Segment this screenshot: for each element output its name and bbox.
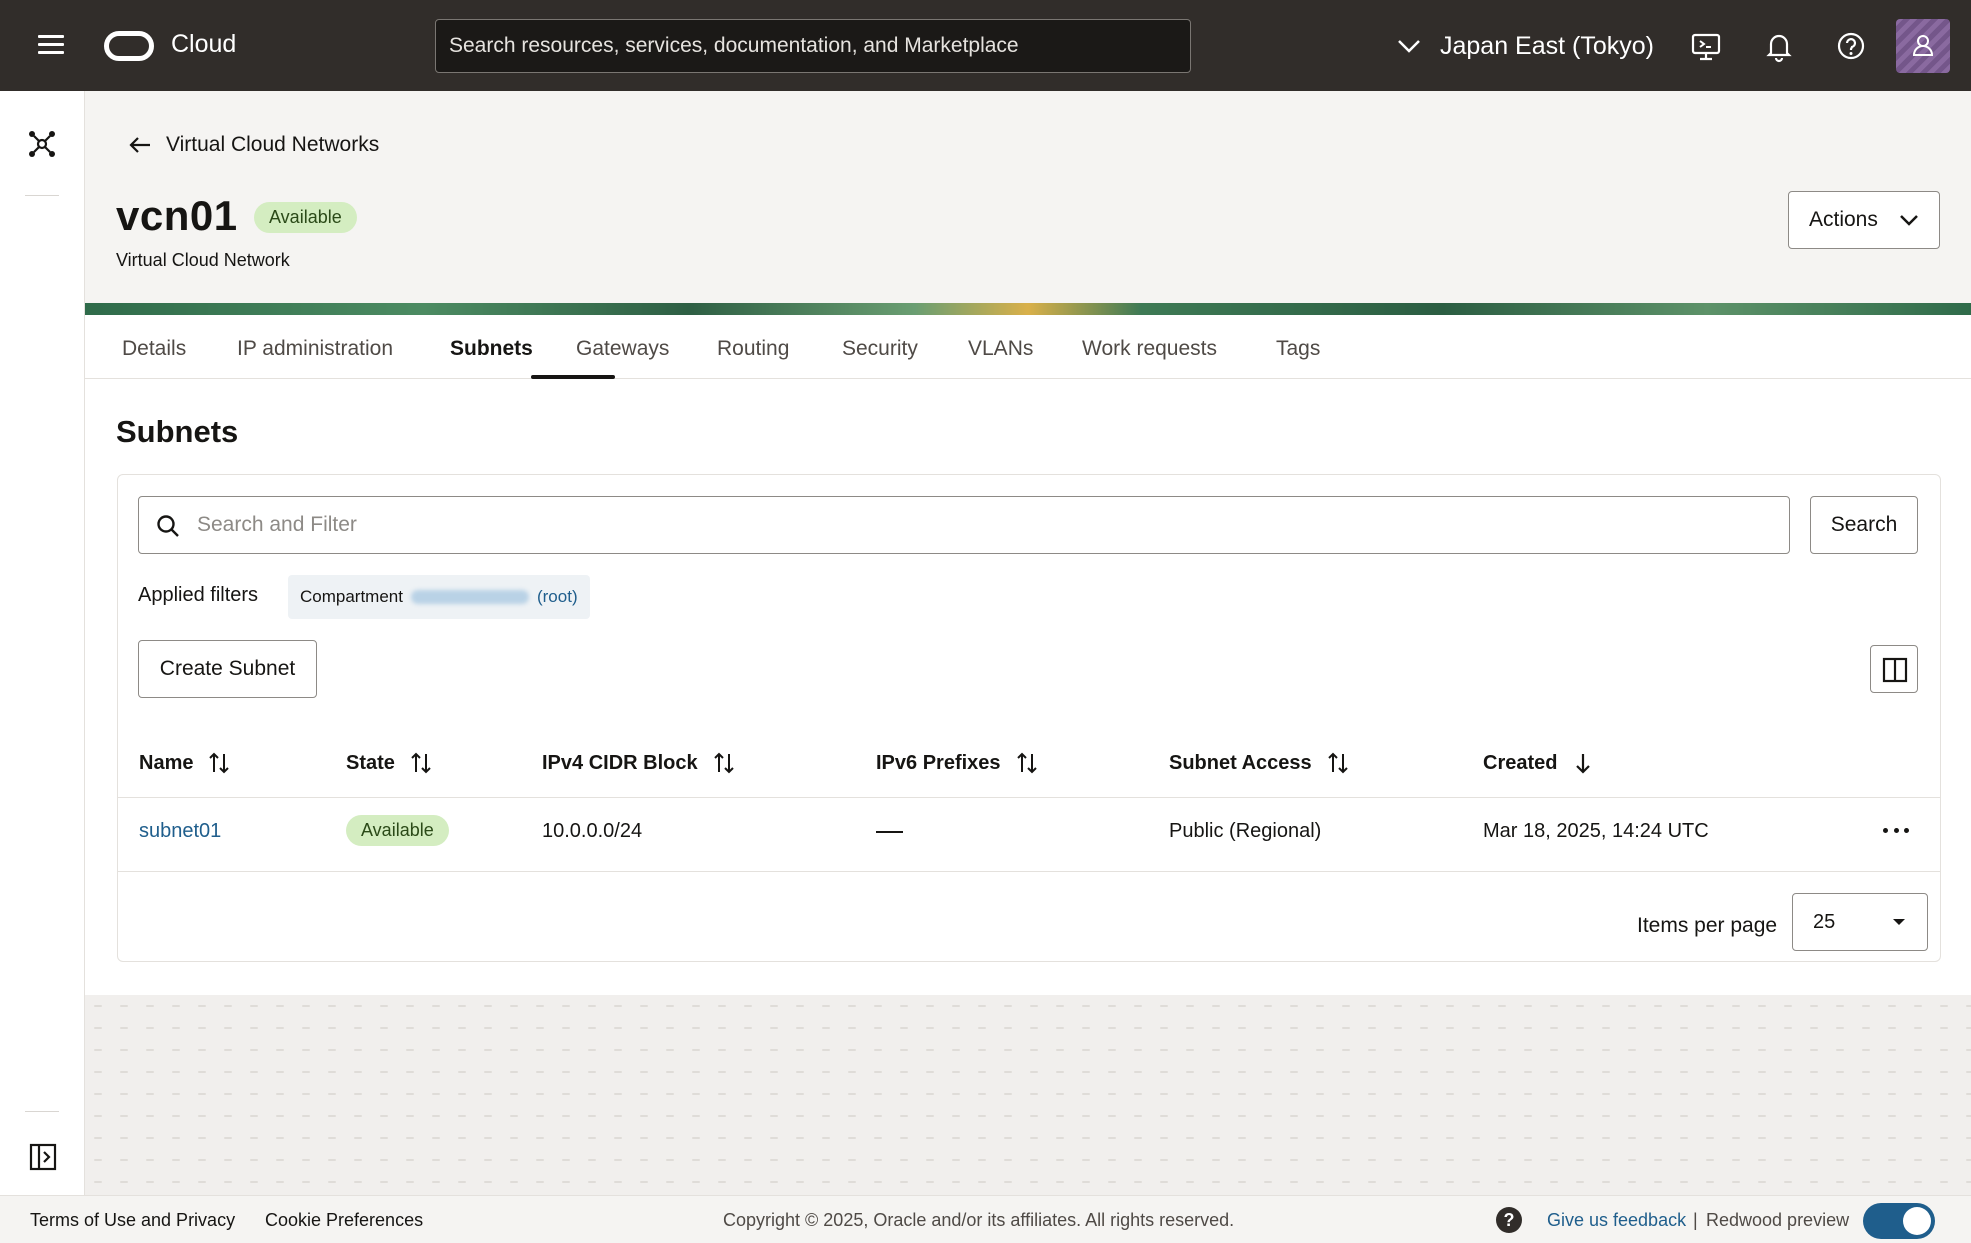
brand-label[interactable]: Cloud (171, 30, 236, 59)
tab-routing[interactable]: Routing (717, 337, 789, 361)
tab-bar: Details IP administration Subnets Gatewa… (85, 315, 1971, 379)
create-subnet-button[interactable]: Create Subnet (138, 640, 317, 698)
items-per-page-value: 25 (1813, 910, 1836, 933)
compartment-name-redacted (410, 590, 529, 604)
column-settings-button[interactable] (1870, 645, 1918, 693)
column-header-label: Name (139, 751, 194, 774)
search-filter-field[interactable] (138, 496, 1790, 554)
cloud-shell-icon[interactable] (1688, 28, 1724, 64)
page-title: vcn01 (116, 192, 238, 239)
tab-details[interactable]: Details (122, 337, 186, 361)
region-label: Japan East (Tokyo) (1440, 31, 1654, 60)
footer-separator: | (1693, 1210, 1698, 1230)
table-divider (118, 797, 1940, 798)
cell-created: Mar 18, 2025, 14:24 UTC (1483, 820, 1709, 842)
column-header-ipv4[interactable]: IPv4 CIDR Block (542, 751, 736, 775)
cell-subnet-access: Public (Regional) (1169, 820, 1322, 842)
status-badge: Available (254, 202, 357, 233)
actions-button-label: Actions (1809, 208, 1878, 231)
tab-gateways[interactable]: Gateways (576, 337, 669, 361)
column-header-subnet-access[interactable]: Subnet Access (1169, 751, 1350, 775)
items-per-page-select[interactable]: 25 (1792, 893, 1928, 951)
notifications-bell-icon[interactable] (1761, 28, 1797, 64)
column-header-label: State (346, 751, 395, 774)
subnet-name-link[interactable]: subnet01 (139, 820, 221, 843)
status-badge: Available (346, 815, 449, 846)
header-banner (85, 303, 1971, 315)
column-header-name[interactable]: Name (139, 751, 231, 775)
help-icon[interactable] (1833, 28, 1869, 64)
back-link-label: Virtual Cloud Networks (166, 133, 380, 156)
left-rail (0, 91, 85, 1195)
chip-root-label: (root) (536, 587, 578, 606)
chip-label: Compartment (300, 587, 403, 606)
cookie-preferences-link[interactable]: Cookie Preferences (265, 1210, 423, 1231)
rail-divider (25, 1111, 59, 1112)
columns-icon (1882, 657, 1908, 683)
top-bar: Cloud Japan East (Tokyo) (0, 0, 1971, 91)
applied-filters-label: Applied filters (138, 584, 259, 606)
table-divider (118, 871, 1940, 872)
section-title: Subnets (116, 414, 239, 449)
column-header-label: IPv6 Prefixes (876, 751, 1001, 774)
page-subtitle: Virtual Cloud Network (116, 250, 290, 270)
search-filter-input[interactable] (197, 497, 1777, 553)
empty-value-dash (876, 831, 903, 833)
arrow-left-icon (129, 137, 150, 153)
networking-icon[interactable] (27, 129, 57, 159)
copyright-text: Copyright © 2025, Oracle and/or its affi… (723, 1210, 1235, 1230)
caret-down-icon (1893, 919, 1905, 925)
compartment-filter-chip[interactable]: Compartment (root) (288, 575, 590, 619)
sort-icon (713, 752, 734, 774)
page-header (85, 91, 1971, 313)
tab-work-requests[interactable]: Work requests (1082, 337, 1217, 361)
column-header-label: IPv4 CIDR Block (542, 751, 698, 774)
tab-security[interactable]: Security (842, 337, 918, 361)
column-header-label: Created (1483, 751, 1558, 774)
rail-divider (25, 195, 59, 196)
sort-icon (411, 752, 431, 774)
hamburger-menu-icon[interactable] (36, 30, 66, 60)
expand-panel-icon[interactable] (29, 1143, 57, 1171)
back-link[interactable]: Virtual Cloud Networks (128, 133, 379, 157)
footer: Terms of Use and Privacy Cookie Preferen… (0, 1195, 1971, 1243)
column-header-label: Subnet Access (1169, 751, 1312, 774)
cell-ipv4: 10.0.0.0/24 (542, 820, 643, 842)
global-search-input[interactable] (435, 19, 1191, 73)
toggle-knob (1903, 1207, 1931, 1235)
help-icon[interactable]: ? (1496, 1207, 1522, 1233)
column-header-created[interactable]: Created (1483, 751, 1595, 775)
user-icon (1912, 35, 1934, 56)
row-actions-more-icon[interactable] (1880, 818, 1912, 842)
tab-subnets[interactable]: Subnets (450, 337, 533, 361)
tab-tags[interactable]: Tags (1276, 337, 1320, 361)
search-button[interactable]: Search (1810, 496, 1918, 554)
sort-descending-icon (1576, 754, 1591, 774)
tab-vlans[interactable]: VLANs (968, 337, 1033, 361)
search-icon (157, 515, 179, 537)
chevron-down-icon (1900, 215, 1918, 226)
column-header-state[interactable]: State (346, 751, 433, 775)
column-header-ipv6[interactable]: IPv6 Prefixes (876, 751, 1039, 775)
region-selector[interactable]: Japan East (Tokyo) (1396, 24, 1654, 68)
actions-button[interactable]: Actions (1788, 191, 1940, 249)
redwood-preview-label: Redwood preview (1706, 1210, 1850, 1230)
terms-link[interactable]: Terms of Use and Privacy (30, 1210, 235, 1231)
redwood-preview-toggle[interactable] (1863, 1203, 1935, 1239)
sort-icon (1016, 752, 1037, 774)
sort-icon (209, 752, 230, 774)
page-background (85, 995, 1971, 1195)
chevron-down-icon (1398, 40, 1420, 53)
tab-ip-administration[interactable]: IP administration (237, 337, 393, 361)
oracle-logo[interactable] (104, 31, 154, 61)
user-avatar[interactable] (1896, 19, 1950, 73)
sort-icon (1327, 752, 1348, 774)
give-feedback-link[interactable]: Give us feedback (1547, 1210, 1686, 1231)
items-per-page-label: Items per page (1637, 914, 1778, 937)
